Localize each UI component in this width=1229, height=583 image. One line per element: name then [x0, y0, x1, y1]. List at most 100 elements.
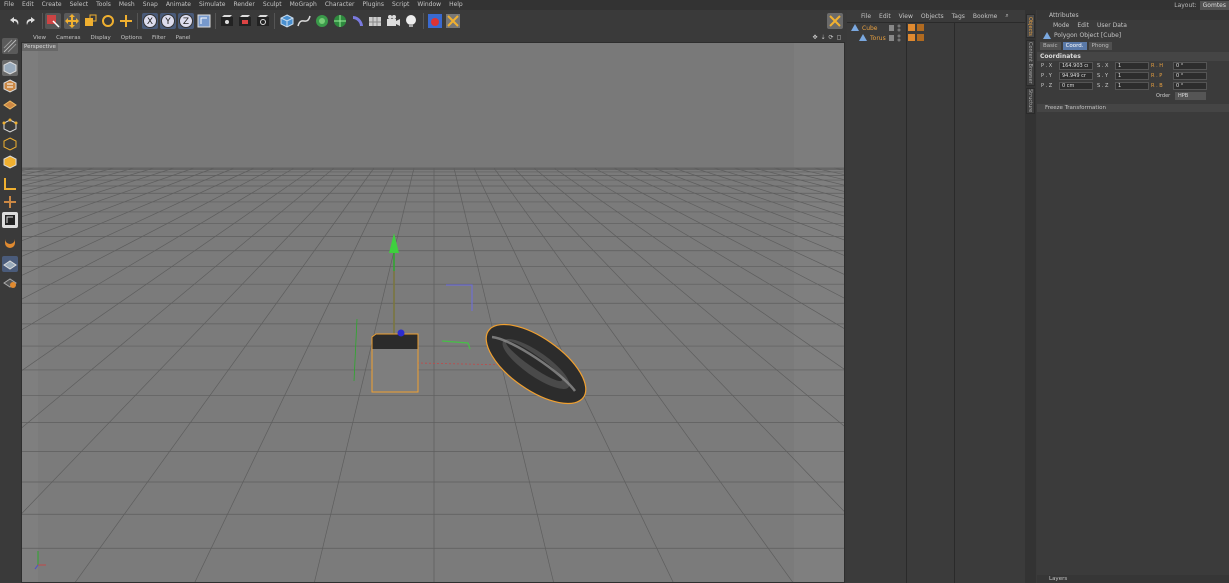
render-view-icon[interactable] [219, 13, 235, 29]
menu-tools[interactable]: Tools [92, 0, 115, 10]
coordinate-system-icon[interactable] [196, 13, 212, 29]
rotate-tool-icon[interactable] [100, 13, 116, 29]
z-axis-lock-icon[interactable]: Z [178, 13, 194, 29]
perspective-viewport[interactable]: Perspective [21, 42, 845, 583]
om-search-icon[interactable]: ⌕ [1001, 12, 1012, 20]
menu-help[interactable]: Help [445, 0, 467, 10]
floor-environment-icon[interactable] [367, 13, 383, 29]
lock-workplane-icon[interactable] [2, 274, 18, 290]
workplane-mode-icon[interactable] [2, 96, 18, 112]
xz-plane-handle[interactable] [446, 284, 473, 311]
order-dropdown[interactable]: HPB [1175, 92, 1206, 100]
menu-file[interactable]: File [0, 0, 18, 10]
position-z-field[interactable]: 0 cm [1059, 82, 1093, 90]
material-tag-icon[interactable] [908, 24, 926, 32]
orbit-icon[interactable]: ⟳ [828, 34, 834, 41]
dolly-icon[interactable]: ⇣ [820, 34, 826, 41]
y-axis-lock-icon[interactable]: Y [160, 13, 176, 29]
symmetry-icon[interactable] [445, 13, 461, 29]
transform-tool-icon[interactable] [118, 13, 134, 29]
object-name[interactable]: Torus [870, 35, 886, 42]
spline-pen-icon[interactable] [296, 13, 312, 29]
om-menu-view[interactable]: View [895, 13, 917, 20]
torus-object[interactable] [474, 309, 599, 418]
toggle-view-icon[interactable]: ◻ [836, 34, 842, 41]
points-mode-icon[interactable] [2, 118, 18, 134]
viewport-menu-panel[interactable]: Panel [171, 35, 196, 41]
menu-character[interactable]: Character [321, 0, 359, 10]
rotation-h-field[interactable]: 0 ° [1173, 62, 1207, 70]
tab-basic[interactable]: Basic [1040, 41, 1061, 50]
viewport-menu-filter[interactable]: Filter [147, 35, 171, 41]
redo-icon[interactable] [23, 13, 39, 29]
menu-select[interactable]: Select [66, 0, 93, 10]
render-picture-viewer-icon[interactable] [237, 13, 253, 29]
tab-coord[interactable]: Coord. [1062, 41, 1087, 50]
menu-sculpt[interactable]: Sculpt [259, 0, 286, 10]
viewport-menu-view[interactable]: View [21, 35, 51, 41]
texture-mode-icon[interactable] [2, 78, 18, 94]
menu-plugins[interactable]: Plugins [358, 0, 388, 10]
cube-primitive-icon[interactable] [279, 13, 295, 29]
om-menu-objects[interactable]: Objects [917, 13, 948, 20]
menu-simulate[interactable]: Simulate [195, 0, 230, 10]
menu-snap[interactable]: Snap [139, 0, 162, 10]
menu-mograph[interactable]: MoGraph [286, 0, 321, 10]
menu-animate[interactable]: Animate [162, 0, 195, 10]
workplane-grid-icon[interactable] [2, 256, 18, 272]
visibility-toggle-icon[interactable] [889, 34, 903, 42]
tab-content-browser[interactable]: Content Browser [1026, 40, 1035, 86]
camera-icon[interactable] [385, 13, 401, 29]
menu-mesh[interactable]: Mesh [115, 0, 139, 10]
attr-menu-edit[interactable]: Edit [1073, 22, 1093, 29]
layout-selector[interactable]: Layout: Gomtes [1174, 0, 1229, 10]
attr-menu-mode[interactable]: Mode [1049, 22, 1073, 29]
object-row-torus[interactable]: Torus [847, 33, 1025, 43]
magnet-icon[interactable] [2, 234, 18, 250]
object-name[interactable]: Cube [862, 25, 878, 32]
viewport-menu-cameras[interactable]: Cameras [51, 35, 85, 41]
layout-value[interactable]: Gomtes [1199, 0, 1229, 10]
object-row-cube[interactable]: Cube [847, 23, 1025, 33]
cube-object[interactable] [371, 329, 419, 393]
live-selection-icon[interactable] [45, 13, 61, 29]
viewport-menu-display[interactable]: Display [86, 35, 116, 41]
position-y-field[interactable]: 94.949 cr [1059, 72, 1093, 80]
nurbs-icon[interactable] [314, 13, 330, 29]
tab-phong[interactable]: Phong [1088, 41, 1112, 50]
polygons-mode-icon[interactable] [2, 154, 18, 170]
menu-window[interactable]: Window [413, 0, 445, 10]
visibility-toggle-icon[interactable] [889, 24, 903, 32]
edges-mode-icon[interactable] [2, 136, 18, 152]
deformer-icon[interactable] [350, 13, 366, 29]
scale-tool-icon[interactable] [82, 13, 98, 29]
om-menu-edit[interactable]: Edit [875, 13, 895, 20]
tab-structure[interactable]: Structure [1026, 88, 1035, 114]
model-mode-icon[interactable] [2, 38, 18, 54]
boole-tag-icon[interactable] [427, 13, 443, 29]
move-tool-icon[interactable] [64, 13, 80, 29]
om-menu-file[interactable]: File [847, 13, 875, 20]
scale-x-field[interactable]: 1 [1115, 62, 1149, 70]
tab-objects[interactable]: Objects [1026, 14, 1035, 38]
menu-script[interactable]: Script [388, 0, 413, 10]
scale-y-field[interactable]: 1 [1115, 72, 1149, 80]
axis-mode-icon[interactable] [2, 176, 18, 192]
undo-icon[interactable] [6, 13, 22, 29]
pan-icon[interactable]: ✥ [812, 34, 818, 41]
scale-z-field[interactable]: 1 [1115, 82, 1149, 90]
render-settings-icon[interactable] [255, 13, 271, 29]
maximize-view-icon[interactable] [827, 13, 843, 29]
menu-create[interactable]: Create [38, 0, 66, 10]
attr-menu-user-data[interactable]: User Data [1093, 22, 1131, 29]
rotation-b-field[interactable]: 0 ° [1173, 82, 1207, 90]
menu-edit[interactable]: Edit [18, 0, 38, 10]
freeze-transformation-group[interactable]: Freeze Transformation [1037, 104, 1229, 112]
tweak-mode-icon[interactable] [2, 194, 18, 210]
light-icon[interactable] [403, 13, 419, 29]
x-axis-lock-icon[interactable]: X [142, 13, 158, 29]
array-icon[interactable] [332, 13, 348, 29]
position-x-field[interactable]: 164.903 cı [1059, 62, 1093, 70]
layers-panel-tab[interactable]: Layers [1037, 575, 1229, 583]
snapping-icon[interactable] [2, 212, 18, 228]
